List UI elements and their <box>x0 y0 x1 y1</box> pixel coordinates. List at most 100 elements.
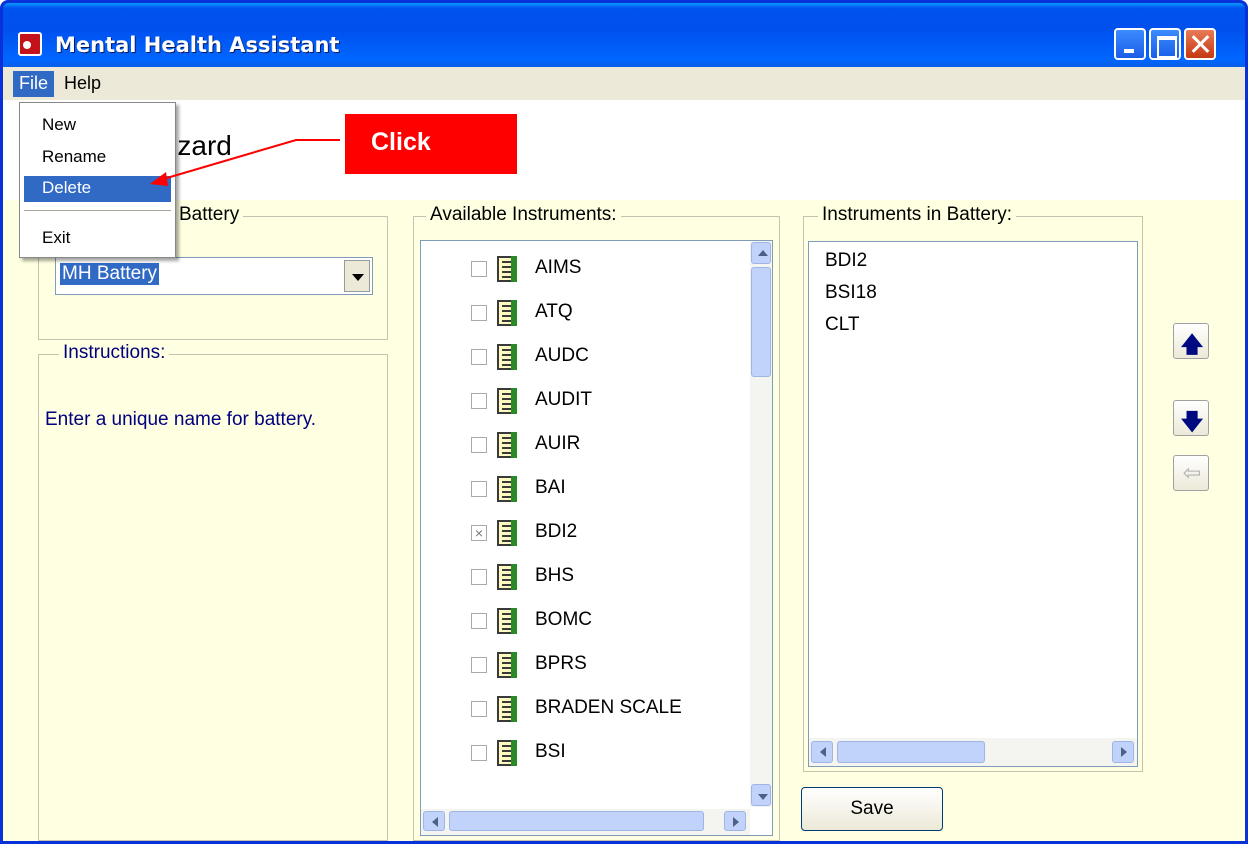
available-item-label: BPRS <box>535 653 587 674</box>
available-item-label: AIMS <box>535 257 582 278</box>
instructions-label: Instructions: <box>59 342 170 364</box>
document-icon <box>497 300 517 326</box>
checkbox[interactable] <box>471 569 487 585</box>
checkbox[interactable] <box>471 305 487 321</box>
scroll-thumb[interactable] <box>751 267 771 377</box>
battery-combo-value: MH Battery <box>60 263 160 285</box>
battery-item-2[interactable]: CLT <box>825 314 859 336</box>
title-bar[interactable]: Mental Health Assistant <box>3 3 1245 67</box>
file-menu-dropdown: New Rename Delete Exit <box>19 102 176 258</box>
menu-help[interactable]: Help <box>58 71 107 97</box>
available-item[interactable]: AUDIT <box>421 379 741 423</box>
instructions-text: Enter a unique name for battery. <box>39 407 339 433</box>
checkbox[interactable] <box>471 437 487 453</box>
menu-item-delete[interactable]: Delete <box>24 176 171 202</box>
available-group: Available Instruments: AIMS ATQ AUDC AUDIT A… <box>413 204 780 841</box>
available-item[interactable]: ATQ <box>421 291 741 335</box>
instructions-text-line: Enter a unique name for battery. <box>45 409 317 430</box>
available-item-label: BSI <box>535 741 566 762</box>
available-item[interactable]: BOMC <box>421 599 741 643</box>
save-button[interactable]: Save <box>801 787 943 831</box>
available-item[interactable]: BPRS <box>421 643 741 687</box>
scroll-down-icon[interactable] <box>751 784 771 806</box>
scroll-left-icon[interactable] <box>423 811 445 831</box>
battery-instruments-label: Instruments in Battery: <box>818 204 1017 226</box>
arrow-down-icon: 🡇 <box>1180 409 1204 434</box>
available-item[interactable]: AIMS <box>421 247 741 291</box>
document-icon <box>497 740 517 766</box>
available-item-label: AUIR <box>535 433 581 454</box>
available-item[interactable]: AUIR <box>421 423 741 467</box>
available-item[interactable]: × BDI2 <box>421 511 741 555</box>
available-item[interactable]: BHS <box>421 555 741 599</box>
battery-instruments-list[interactable]: BDI2 BSI18 CLT <box>808 241 1138 767</box>
header-band: Vizard <box>3 100 1245 200</box>
document-icon <box>497 256 517 282</box>
instructions-group: Instructions: Enter a unique name for ba… <box>38 342 388 841</box>
checkbox[interactable] <box>471 349 487 365</box>
checkbox[interactable] <box>471 657 487 673</box>
checkbox[interactable] <box>471 261 487 277</box>
arrow-left-icon: ⇦ <box>1182 460 1202 485</box>
battery-hscroll[interactable] <box>809 738 1137 766</box>
move-up-button[interactable]: 🡅 <box>1173 323 1209 359</box>
hscroll-thumb[interactable] <box>449 811 704 831</box>
available-label: Available Instruments: <box>426 204 621 226</box>
scroll-right-icon[interactable] <box>1112 741 1134 763</box>
app-window: Mental Health Assistant File Help Vizard… <box>0 0 1248 844</box>
battery-group-label: Battery <box>175 204 244 226</box>
available-item-label: AUDC <box>535 345 589 366</box>
click-callout: Click <box>345 114 517 174</box>
available-item-label: BRADEN SCALE <box>535 697 682 718</box>
available-item-label: BAI <box>535 477 566 498</box>
battery-combo[interactable]: MH Battery <box>55 257 373 295</box>
document-icon <box>497 652 517 678</box>
maximize-button[interactable] <box>1149 28 1181 60</box>
available-list[interactable]: AIMS ATQ AUDC AUDIT AUIR BAI × BDI2 BHS BOMC BPRS B… <box>420 240 773 836</box>
menu-item-rename[interactable]: Rename <box>24 145 171 171</box>
app-icon[interactable] <box>18 32 42 56</box>
menu-file[interactable]: File <box>13 71 55 97</box>
scroll-up-icon[interactable] <box>751 242 771 264</box>
menu-bar: File Help <box>3 67 1245 100</box>
remove-instrument-button[interactable]: ⇦ <box>1173 455 1209 491</box>
menu-item-new[interactable]: New <box>24 113 171 139</box>
checkbox[interactable]: × <box>471 525 487 541</box>
arrow-up-icon: 🡅 <box>1180 332 1204 357</box>
menu-separator <box>24 210 171 212</box>
checkbox[interactable] <box>471 393 487 409</box>
checkbox[interactable] <box>471 745 487 761</box>
available-item-label: BDI2 <box>535 521 578 542</box>
available-item[interactable]: AUDC <box>421 335 741 379</box>
document-icon <box>497 432 517 458</box>
available-hscroll[interactable] <box>421 809 750 835</box>
available-item-label: BOMC <box>535 609 592 630</box>
hscroll-thumb[interactable] <box>837 741 985 763</box>
menu-item-exit[interactable]: Exit <box>24 226 171 252</box>
checkbox[interactable] <box>471 701 487 717</box>
available-item[interactable]: BSI <box>421 731 741 775</box>
checkbox[interactable] <box>471 481 487 497</box>
document-icon <box>497 520 517 546</box>
document-icon <box>497 388 517 414</box>
close-button[interactable] <box>1184 28 1216 60</box>
document-icon <box>497 608 517 634</box>
battery-item-1[interactable]: BSI18 <box>825 282 877 304</box>
move-down-button[interactable]: 🡇 <box>1173 400 1209 436</box>
available-item-label: AUDIT <box>535 389 592 410</box>
available-item-label: BHS <box>535 565 575 586</box>
checkbox[interactable] <box>471 613 487 629</box>
available-item[interactable]: BAI <box>421 467 741 511</box>
scroll-left-icon[interactable] <box>811 741 833 763</box>
scroll-right-icon[interactable] <box>724 811 746 831</box>
save-button-label: Save <box>850 798 894 819</box>
minimize-button[interactable] <box>1114 28 1146 60</box>
client-area: File Help Vizard Battery MH Battery Inst… <box>3 67 1245 841</box>
document-icon <box>497 476 517 502</box>
available-vscroll[interactable] <box>750 241 772 807</box>
window-title: Mental Health Assistant <box>55 33 340 57</box>
chevron-down-icon[interactable] <box>344 260 370 292</box>
document-icon <box>497 564 517 590</box>
available-item[interactable]: BRADEN SCALE <box>421 687 741 731</box>
battery-item-0[interactable]: BDI2 <box>825 250 867 272</box>
